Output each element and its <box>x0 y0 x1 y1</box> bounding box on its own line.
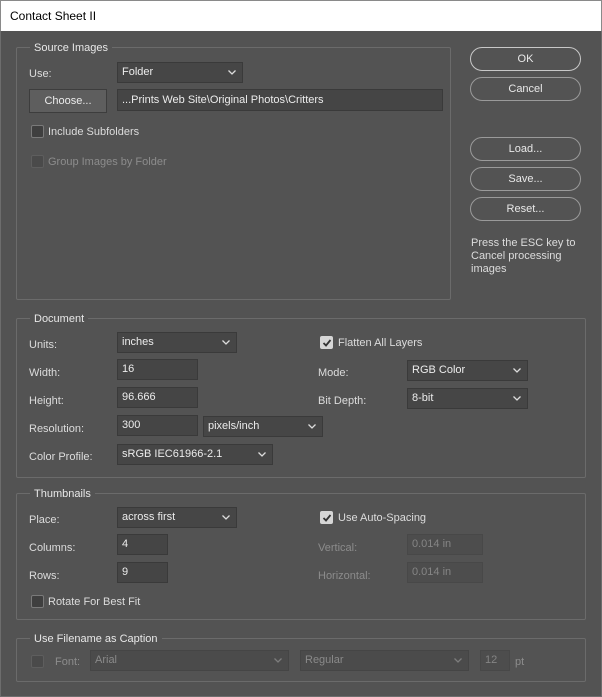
esc-hint-line-2: Cancel processing <box>471 250 562 262</box>
chevron-down-icon <box>274 658 282 663</box>
color-profile-label: Color Profile: <box>29 451 93 463</box>
color-profile-select[interactable]: sRGB IEC61966-2.1 <box>117 444 273 465</box>
include-subfolders-checkbox[interactable] <box>31 125 44 138</box>
bit-depth-value: 8-bit <box>412 392 434 404</box>
esc-hint-line-3: images <box>471 263 507 275</box>
rows-label: Rows: <box>29 570 60 582</box>
auto-spacing-label: Use Auto-Spacing <box>338 512 427 524</box>
cancel-button[interactable]: Cancel <box>470 77 581 101</box>
include-subfolders-label: Include Subfolders <box>48 126 140 138</box>
horizontal-label: Horizontal: <box>318 570 371 582</box>
choose-button[interactable]: Choose... <box>29 89 107 113</box>
source-path-value: ...Prints Web Site\Original Photos\Critt… <box>122 94 324 106</box>
load-button-label: Load... <box>508 143 543 155</box>
horizontal-spacing-value: 0.014 in <box>412 566 452 578</box>
group-by-folder-label: Group Images by Folder <box>48 156 167 168</box>
use-select[interactable]: Folder <box>117 62 243 83</box>
save-button-label: Save... <box>508 173 543 185</box>
use-label: Use: <box>29 68 52 80</box>
vertical-label: Vertical: <box>318 542 358 554</box>
units-label: Units: <box>29 339 58 351</box>
reset-button-label: Reset... <box>506 203 545 215</box>
caption-size-unit: pt <box>515 656 525 668</box>
caption-font-value: Arial <box>95 654 118 666</box>
columns-label: Columns: <box>29 542 76 554</box>
place-select-value: across first <box>122 511 176 523</box>
mode-label: Mode: <box>318 367 349 379</box>
document-legend: Document <box>30 313 89 326</box>
resolution-label: Resolution: <box>29 423 85 435</box>
columns-field[interactable]: 4 <box>117 534 168 555</box>
title-bar: Contact Sheet II <box>0 0 602 31</box>
load-button[interactable]: Load... <box>470 137 581 161</box>
color-profile-value: sRGB IEC61966-2.1 <box>122 448 223 460</box>
chevron-down-icon <box>308 424 316 429</box>
caption-checkbox[interactable] <box>31 655 44 668</box>
chevron-down-icon <box>222 340 230 345</box>
mode-select[interactable]: RGB Color <box>407 360 528 381</box>
chevron-down-icon <box>222 515 230 520</box>
caption-font-select[interactable]: Arial <box>90 650 289 671</box>
esc-hint-line-1: Press the ESC key to <box>471 237 576 249</box>
window-title: Contact Sheet II <box>10 9 97 23</box>
caption-size-value: 12 <box>485 654 498 666</box>
resolution-field[interactable]: 300 <box>117 415 198 436</box>
vertical-spacing-field[interactable]: 0.014 in <box>407 534 483 555</box>
flatten-layers-checkbox[interactable] <box>320 336 333 349</box>
esc-hint: Press the ESC key to Cancel processing i… <box>471 237 576 276</box>
width-value: 16 <box>122 363 135 375</box>
source-images-group <box>16 47 451 300</box>
resolution-value: 300 <box>122 419 141 431</box>
units-select-value: inches <box>122 336 154 348</box>
save-button[interactable]: Save... <box>470 167 581 191</box>
font-label: Font: <box>55 656 81 668</box>
source-images-legend: Source Images <box>30 42 112 55</box>
rows-field[interactable]: 9 <box>117 562 168 583</box>
source-path-field[interactable]: ...Prints Web Site\Original Photos\Critt… <box>117 89 443 111</box>
chevron-down-icon <box>258 452 266 457</box>
units-select[interactable]: inches <box>117 332 237 353</box>
ok-button-label: OK <box>517 53 534 65</box>
height-value: 96.666 <box>122 391 156 403</box>
height-field[interactable]: 96.666 <box>117 387 198 408</box>
place-select[interactable]: across first <box>117 507 237 528</box>
caption-size-field[interactable]: 12 <box>480 650 510 671</box>
height-label: Height: <box>29 395 64 407</box>
checkmark-icon <box>322 339 332 347</box>
caption-style-value: Regular <box>305 654 344 666</box>
chevron-down-icon <box>513 396 521 401</box>
rotate-best-fit-checkbox[interactable] <box>31 595 44 608</box>
horizontal-spacing-field[interactable]: 0.014 in <box>407 562 483 583</box>
choose-button-label: Choose... <box>44 95 92 107</box>
rotate-best-fit-label: Rotate For Best Fit <box>48 596 141 608</box>
ok-button[interactable]: OK <box>470 47 581 71</box>
caption-legend: Use Filename as Caption <box>30 633 162 646</box>
chevron-down-icon <box>454 658 462 663</box>
checkmark-icon <box>322 514 332 522</box>
chevron-down-icon <box>513 368 521 373</box>
use-select-value: Folder <box>122 66 154 78</box>
resolution-unit-value: pixels/inch <box>208 420 260 432</box>
chevron-down-icon <box>228 70 236 75</box>
cancel-button-label: Cancel <box>508 83 543 95</box>
thumbnails-legend: Thumbnails <box>30 488 95 501</box>
width-label: Width: <box>29 367 61 379</box>
vertical-spacing-value: 0.014 in <box>412 538 452 550</box>
bit-depth-label: Bit Depth: <box>318 395 367 407</box>
rows-value: 9 <box>122 566 129 578</box>
width-field[interactable]: 16 <box>117 359 198 380</box>
flatten-layers-label: Flatten All Layers <box>338 337 423 349</box>
columns-value: 4 <box>122 538 129 550</box>
mode-select-value: RGB Color <box>412 364 466 376</box>
caption-style-select[interactable]: Regular <box>300 650 469 671</box>
bit-depth-select[interactable]: 8-bit <box>407 388 528 409</box>
group-by-folder-checkbox[interactable] <box>31 155 44 168</box>
reset-button[interactable]: Reset... <box>470 197 581 221</box>
auto-spacing-checkbox[interactable] <box>320 511 333 524</box>
resolution-unit-select[interactable]: pixels/inch <box>203 416 323 437</box>
place-label: Place: <box>29 514 60 526</box>
